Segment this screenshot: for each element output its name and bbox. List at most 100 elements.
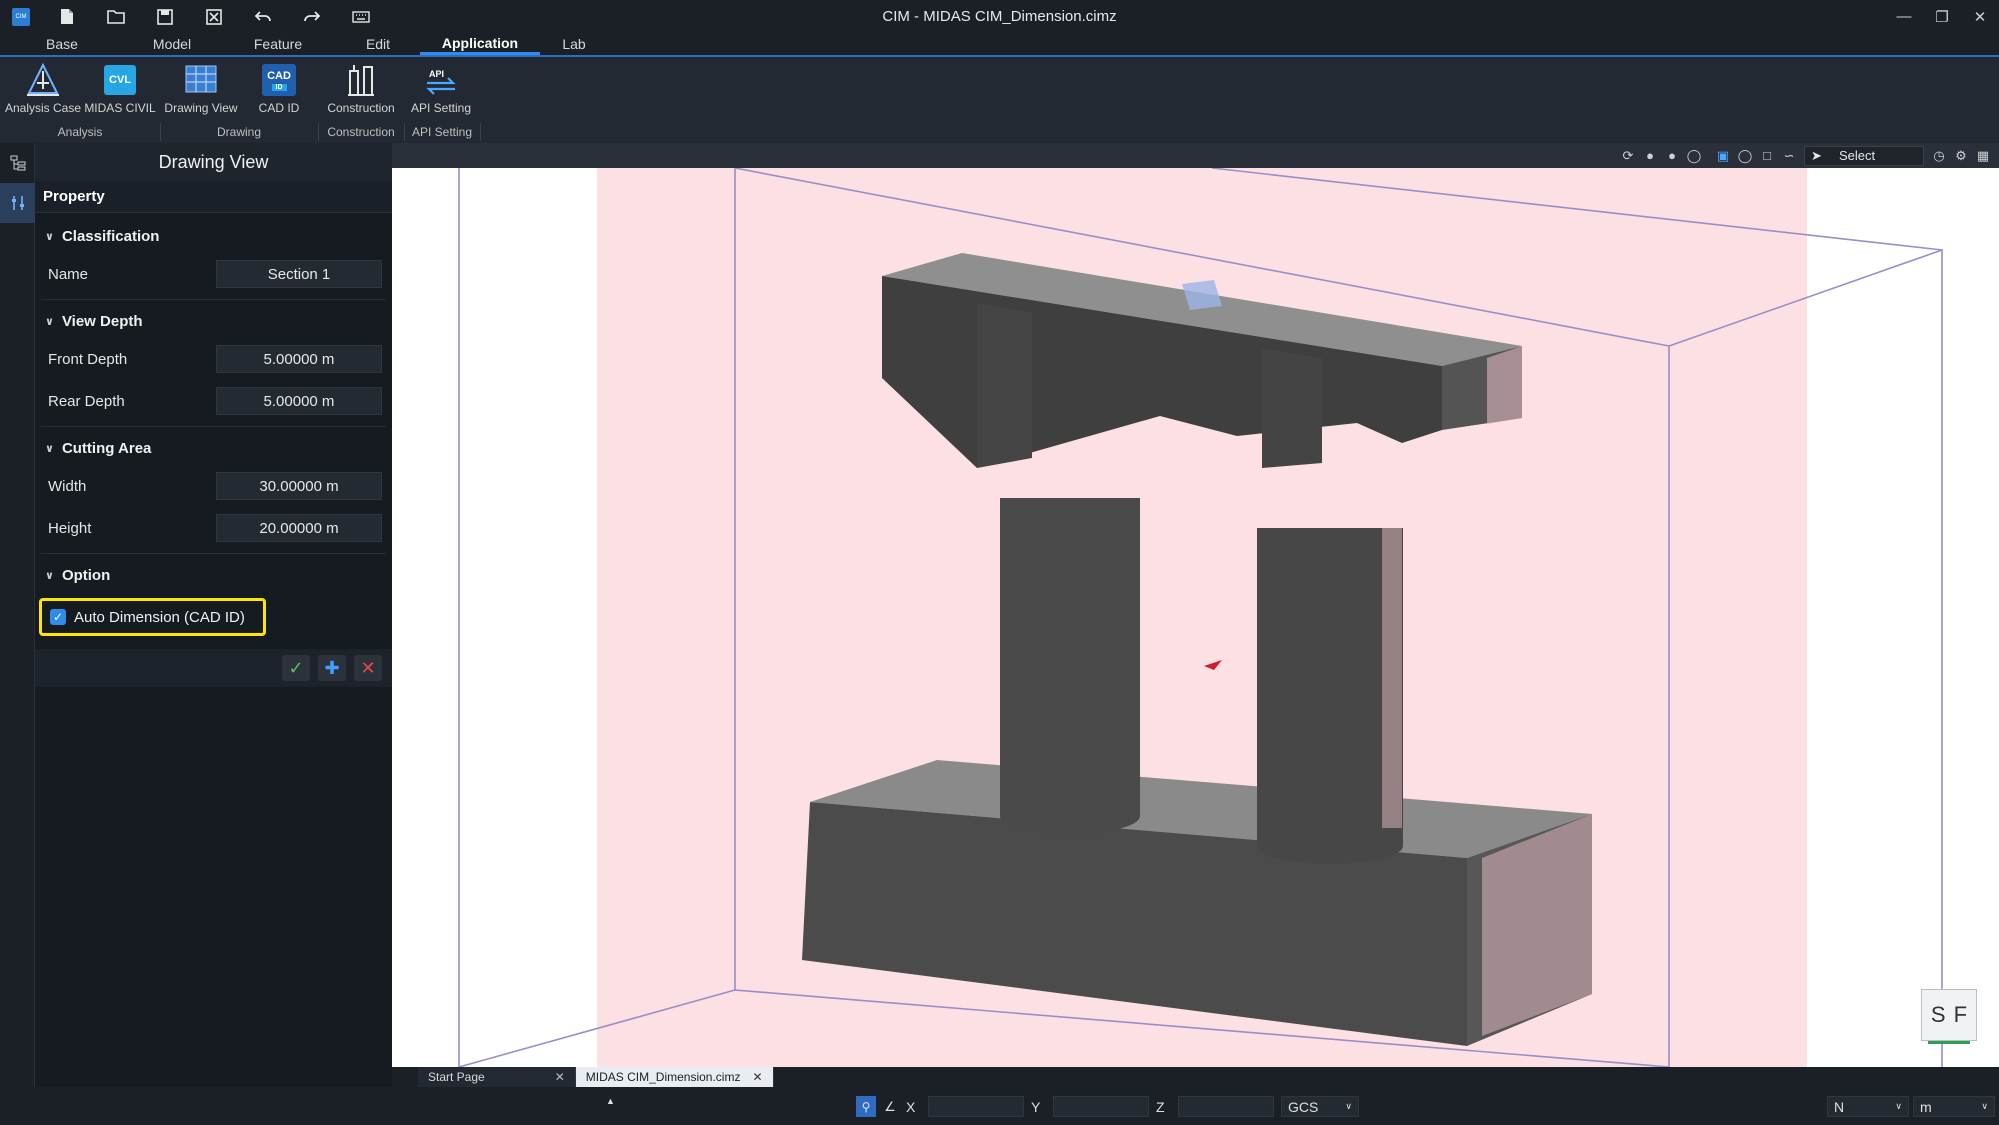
keyboard-button[interactable] bbox=[336, 0, 385, 33]
tab-edit[interactable]: Edit bbox=[336, 33, 420, 55]
name-label: Name bbox=[48, 265, 89, 283]
wire-view-button[interactable]: ◯ bbox=[1684, 146, 1704, 166]
circle-select-button[interactable]: ◯ bbox=[1735, 146, 1755, 166]
drawing-view-button[interactable]: Drawing View bbox=[160, 61, 242, 123]
app-window: CIM CIM - MIDAS CIM_Dimension.cimz — ❐ ✕… bbox=[0, 0, 1999, 1125]
tab-base[interactable]: Base bbox=[0, 33, 124, 55]
add-button[interactable]: ✚ bbox=[318, 655, 346, 681]
close-icon: ✕ bbox=[1973, 8, 1987, 26]
tab-label: MIDAS CIM_Dimension.cimz bbox=[585, 1070, 741, 1084]
title-bar: CIM CIM - MIDAS CIM_Dimension.cimz — ❐ ✕ bbox=[0, 0, 1999, 33]
lasso-select-button[interactable]: ∽ bbox=[1779, 146, 1799, 166]
close-file-button[interactable] bbox=[189, 0, 238, 33]
app-menu-button[interactable]: CIM bbox=[0, 0, 42, 33]
z-coordinate-field[interactable] bbox=[1178, 1096, 1274, 1117]
api-setting-icon: API bbox=[422, 61, 460, 99]
close-tab-icon[interactable]: ✕ bbox=[555, 1070, 565, 1084]
group-label-analysis: Analysis bbox=[57, 125, 103, 139]
group-label-drawing: Drawing bbox=[216, 125, 261, 139]
cad-id-button[interactable]: CAD ID CAD ID bbox=[244, 61, 314, 123]
coordinate-system-value: GCS bbox=[1288, 1098, 1319, 1115]
document-tabs: Start Page ✕ MIDAS CIM_Dimension.cimz ✕ bbox=[392, 1067, 1999, 1087]
circle-select-icon: ◯ bbox=[1737, 147, 1753, 163]
new-file-button[interactable] bbox=[42, 0, 91, 33]
y-label: Y bbox=[1031, 1098, 1041, 1115]
section-option[interactable]: ∨ Option bbox=[35, 558, 392, 592]
snap-button[interactable]: ⚲ bbox=[856, 1096, 876, 1117]
tab-property[interactable]: Property bbox=[35, 181, 392, 213]
x-coordinate-field[interactable] bbox=[928, 1096, 1024, 1117]
chevron-down-icon: ∨ bbox=[1895, 1101, 1902, 1111]
solid-view-button[interactable]: ● bbox=[1662, 146, 1682, 166]
3d-viewport[interactable]: S F bbox=[392, 168, 1999, 1067]
clock-icon: ◷ bbox=[1933, 147, 1945, 163]
box-select-icon: ▣ bbox=[1716, 147, 1730, 163]
select-mode-dropdown[interactable]: ➤ Select bbox=[1804, 145, 1924, 166]
redo-icon bbox=[303, 10, 320, 21]
angle-button[interactable]: ∠ bbox=[880, 1096, 900, 1117]
force-unit-dropdown[interactable]: N ∨ bbox=[1827, 1096, 1909, 1117]
polygon-select-button[interactable]: □ bbox=[1757, 146, 1777, 166]
tab-feature[interactable]: Feature bbox=[220, 33, 336, 55]
collapse-button[interactable]: ▲ bbox=[606, 1090, 615, 1111]
menu-tab-bar: Base Model Feature Edit Application Lab bbox=[0, 33, 1999, 57]
length-unit-dropdown[interactable]: m ∨ bbox=[1913, 1096, 1995, 1117]
api-setting-button[interactable]: API API Setting bbox=[403, 61, 479, 123]
rotate-view-button[interactable]: ⟳ bbox=[1618, 146, 1638, 166]
sliders-icon bbox=[11, 196, 24, 210]
property-panel-button[interactable] bbox=[0, 183, 35, 223]
view-options-button[interactable]: ▦ bbox=[1973, 146, 1993, 166]
rotate-icon: ⟳ bbox=[1622, 147, 1634, 163]
polygon-select-icon: □ bbox=[1763, 148, 1771, 163]
redo-button[interactable] bbox=[287, 0, 336, 33]
name-field[interactable]: Section 1 bbox=[216, 260, 382, 288]
group-label-api-setting: API Setting bbox=[411, 125, 473, 139]
chevron-down-icon: ∨ bbox=[45, 442, 54, 455]
minimize-button[interactable]: — bbox=[1885, 0, 1923, 33]
coordinate-system-dropdown[interactable]: GCS ∨ bbox=[1281, 1096, 1359, 1117]
tab-application[interactable]: Application bbox=[420, 33, 540, 55]
midas-civil-button[interactable]: CVL MIDAS CIVIL bbox=[82, 61, 158, 123]
tab-midas-cim-dimension[interactable]: MIDAS CIM_Dimension.cimz ✕ bbox=[575, 1067, 774, 1087]
construction-button[interactable]: Construction bbox=[320, 61, 402, 123]
section-view-depth[interactable]: ∨ View Depth bbox=[35, 304, 392, 338]
height-field[interactable]: 20.00000 m bbox=[216, 514, 382, 542]
front-depth-field[interactable]: 5.00000 m bbox=[216, 345, 382, 373]
auto-dimension-checkbox[interactable]: ✓ bbox=[50, 609, 66, 625]
box-select-button[interactable]: ▣ bbox=[1713, 146, 1733, 166]
restore-button[interactable]: ❐ bbox=[1923, 0, 1961, 33]
cancel-button[interactable]: ✕ bbox=[354, 655, 382, 681]
clock-button[interactable]: ◷ bbox=[1929, 146, 1949, 166]
status-bar: ▲ ⚲ ∠ X Y Z GCS ∨ N ∨ m ∨ bbox=[0, 1087, 1999, 1125]
checkmark-icon: ✓ bbox=[52, 610, 64, 624]
x-label: X bbox=[906, 1098, 916, 1115]
model-scene bbox=[458, 168, 1943, 1067]
section-cutting-area[interactable]: ∨ Cutting Area bbox=[35, 431, 392, 465]
construction-icon bbox=[342, 61, 380, 99]
width-field[interactable]: 30.00000 m bbox=[216, 472, 382, 500]
cad-id-label: CAD ID bbox=[258, 101, 300, 115]
section-classification[interactable]: ∨ Classification bbox=[35, 219, 392, 253]
tab-start-page[interactable]: Start Page ✕ bbox=[418, 1067, 576, 1087]
height-label: Height bbox=[48, 519, 92, 537]
analysis-case-button[interactable]: Analysis Case bbox=[4, 61, 82, 123]
close-window-button[interactable]: ✕ bbox=[1961, 0, 1999, 33]
force-unit-value: N bbox=[1834, 1098, 1845, 1115]
open-file-button[interactable] bbox=[91, 0, 140, 33]
tab-model[interactable]: Model bbox=[124, 33, 220, 55]
tab-lab[interactable]: Lab bbox=[540, 33, 608, 55]
rear-depth-row: Rear Depth 5.00000 m bbox=[35, 380, 392, 422]
undo-button[interactable] bbox=[238, 0, 287, 33]
view-cube[interactable]: S F bbox=[1921, 989, 1977, 1044]
chevron-down-icon: ∨ bbox=[45, 569, 54, 582]
model-tree-button[interactable] bbox=[0, 143, 35, 183]
auto-dimension-option[interactable]: ✓ Auto Dimension (CAD ID) bbox=[39, 598, 266, 636]
save-button[interactable] bbox=[140, 0, 189, 33]
apply-button[interactable]: ✓ bbox=[282, 655, 310, 681]
settings-button[interactable]: ⚙ bbox=[1951, 146, 1971, 166]
y-coordinate-field[interactable] bbox=[1053, 1096, 1149, 1117]
close-tab-icon[interactable]: ✕ bbox=[752, 1070, 762, 1084]
front-depth-row: Front Depth 5.00000 m bbox=[35, 338, 392, 380]
rear-depth-field[interactable]: 5.00000 m bbox=[216, 387, 382, 415]
shaded-view-button[interactable]: ● bbox=[1640, 146, 1660, 166]
